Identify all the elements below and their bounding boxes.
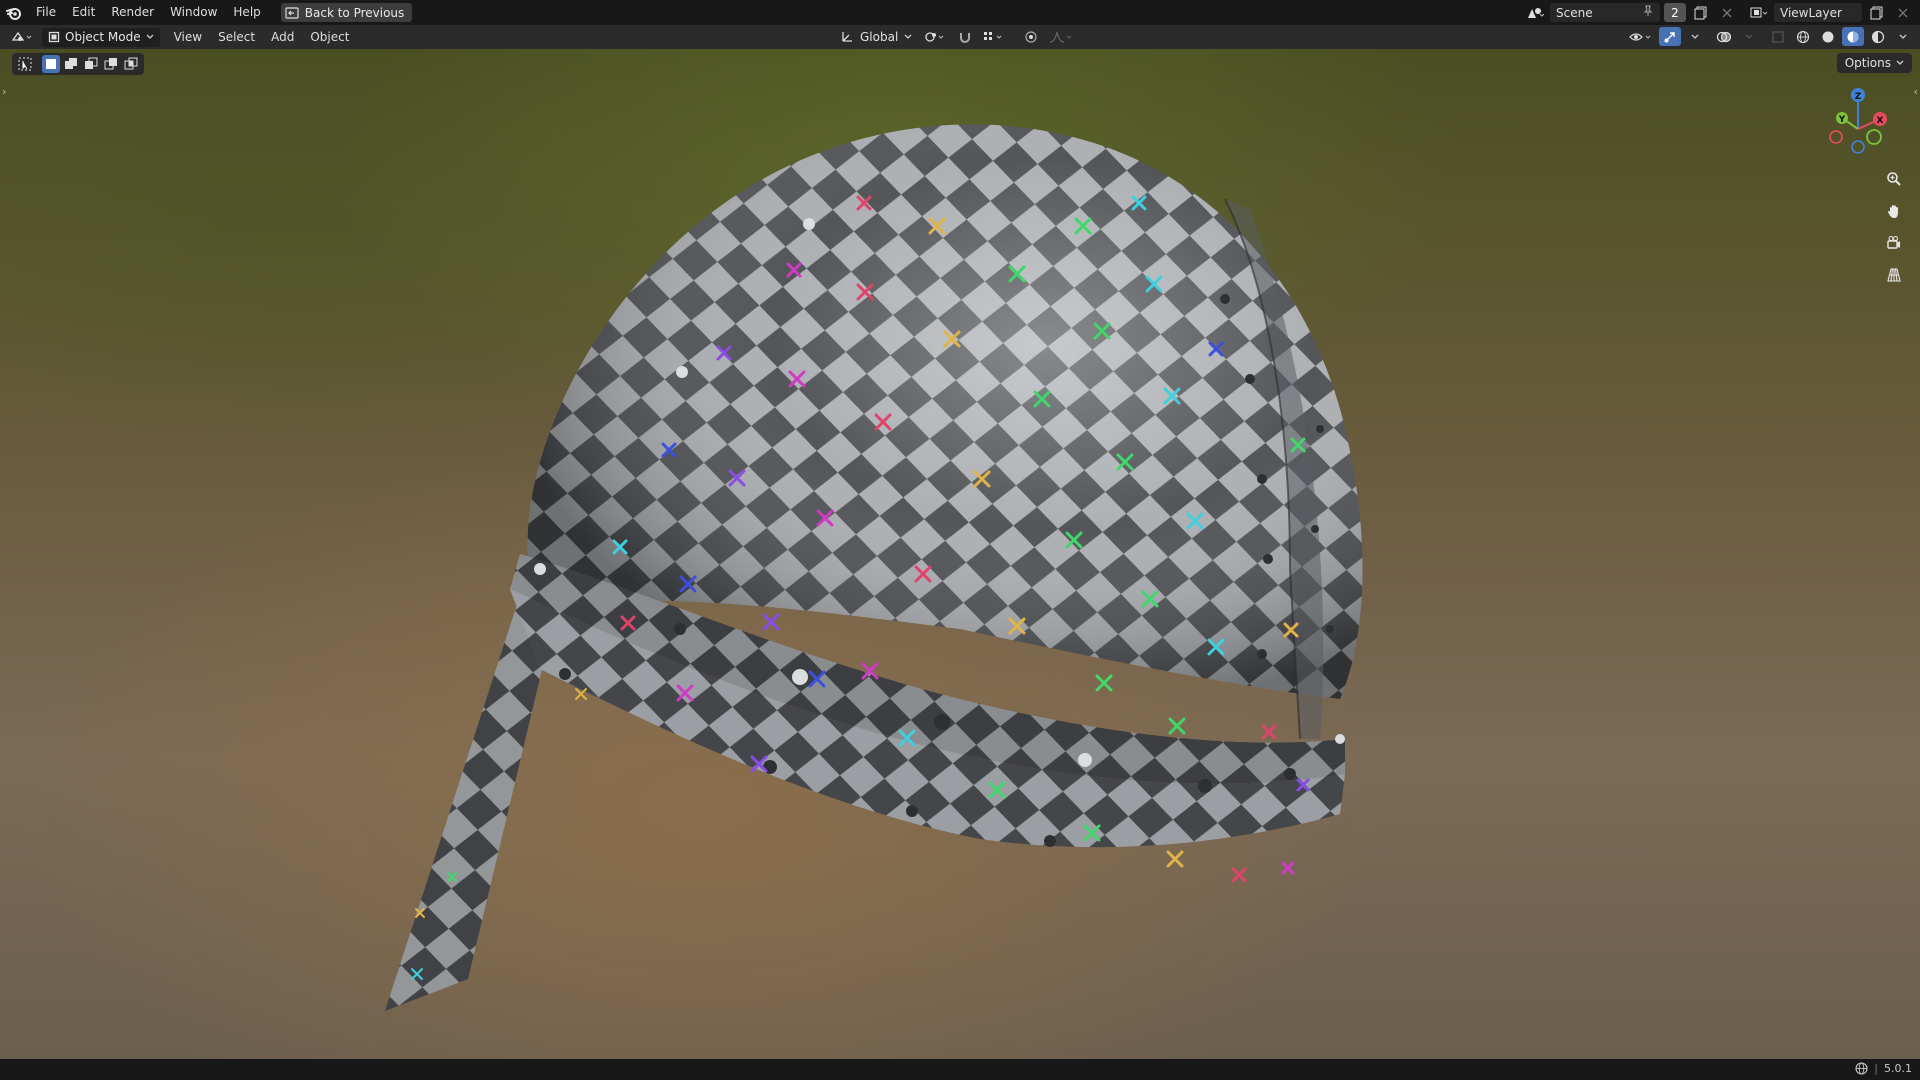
delete-view-layer-icon[interactable]	[1892, 3, 1914, 22]
scene-name-label: Scene	[1556, 5, 1593, 20]
select-subtract-icon[interactable]	[82, 55, 100, 73]
blender-logo-icon[interactable]	[0, 0, 28, 25]
xray-toggle-icon[interactable]	[1767, 27, 1789, 46]
chevron-down-icon	[146, 34, 154, 39]
version-label: 5.0.1	[1884, 1062, 1912, 1075]
menu-edit[interactable]: Edit	[64, 0, 103, 25]
pin-icon[interactable]	[1642, 5, 1654, 20]
status-bar: | 5.0.1	[0, 1059, 1920, 1080]
new-scene-icon[interactable]	[1690, 3, 1712, 22]
sidebar-expand-arrow-icon[interactable]: ‹	[1914, 85, 1918, 98]
editor-type-icon[interactable]	[8, 28, 38, 47]
chevron-down-icon	[1896, 60, 1904, 65]
3d-viewport[interactable]: › ‹ Options Z X Y	[0, 49, 1920, 1059]
gizmo-neg-y[interactable]	[1866, 129, 1882, 145]
select-tool-icon[interactable]	[16, 55, 34, 73]
wireframe-shading-icon[interactable]	[1792, 27, 1814, 46]
pivot-point-icon[interactable]	[920, 27, 950, 46]
back-to-previous-label: Back to Previous	[304, 5, 405, 20]
version-separator: |	[1874, 1062, 1878, 1075]
visibility-selectability-icon[interactable]	[1626, 27, 1656, 46]
mode-label: Object Mode	[65, 30, 141, 44]
select-extend-icon[interactable]	[62, 55, 80, 73]
snap-target-icon[interactable]	[980, 27, 1008, 46]
transform-orientation-label: Global	[860, 29, 899, 44]
select-intersect-icon[interactable]	[122, 55, 140, 73]
select-mode-toolbar	[12, 53, 144, 75]
helmet-model[interactable]	[0, 49, 1920, 1059]
orientation-axes-icon	[842, 31, 852, 42]
menu-select[interactable]: Select	[210, 25, 263, 49]
delete-scene-icon[interactable]	[1716, 3, 1738, 22]
gizmo-neg-x[interactable]	[1829, 130, 1843, 144]
back-to-previous-button[interactable]: Back to Previous	[280, 3, 413, 22]
solid-shading-icon[interactable]	[1817, 27, 1839, 46]
overlays-toggle-icon[interactable]	[1713, 27, 1735, 46]
show-gizmo-toggle-icon[interactable]	[1659, 27, 1681, 46]
navigation-tools	[1881, 166, 1911, 288]
gizmo-y-label: Y	[1838, 115, 1846, 125]
zoom-icon[interactable]	[1881, 166, 1907, 192]
view-layer-selector-icon[interactable]	[1748, 3, 1770, 22]
globe-icon	[1855, 1062, 1868, 1075]
object-mode-icon	[48, 31, 60, 43]
version-area: | 5.0.1	[1855, 1062, 1912, 1075]
options-dropdown[interactable]: Options	[1836, 53, 1912, 73]
scene-selector-icon[interactable]	[1524, 3, 1546, 22]
mode-selector[interactable]: Object Mode	[42, 27, 160, 47]
menu-window[interactable]: Window	[162, 0, 225, 25]
menu-view[interactable]: View	[166, 25, 210, 49]
rendered-shading-icon[interactable]	[1867, 27, 1889, 46]
gizmo-neg-z[interactable]	[1851, 140, 1865, 154]
gizmo-dropdown-icon[interactable]	[1684, 27, 1706, 46]
screen-back-icon	[285, 6, 299, 19]
scene-user-count[interactable]: 2	[1664, 3, 1686, 22]
top-menu-bar: File Edit Render Window Help Back to Pre…	[0, 0, 1920, 25]
perspective-grid-icon[interactable]	[1881, 262, 1907, 288]
select-invert-icon[interactable]	[102, 55, 120, 73]
gizmo-x-label: X	[1877, 116, 1884, 126]
overlays-dropdown-icon[interactable]	[1738, 27, 1760, 46]
shading-dropdown-icon[interactable]	[1892, 27, 1914, 46]
camera-view-icon[interactable]	[1881, 230, 1907, 256]
menu-file[interactable]: File	[28, 0, 64, 25]
view-layer-field[interactable]: ViewLayer	[1774, 3, 1862, 22]
transform-orientation-dropdown[interactable]: Global	[836, 27, 916, 46]
toolbar-expand-arrow-icon[interactable]: ›	[2, 85, 6, 98]
scene-name-field[interactable]: Scene	[1550, 3, 1660, 22]
material-preview-shading-icon[interactable]	[1842, 27, 1864, 46]
pan-hand-icon[interactable]	[1881, 198, 1907, 224]
menu-object[interactable]: Object	[302, 25, 357, 49]
select-new-icon[interactable]	[42, 55, 60, 73]
viewport-header: Object Mode View Select Add Object Globa…	[0, 25, 1920, 49]
view-layer-label: ViewLayer	[1780, 5, 1842, 20]
new-view-layer-icon[interactable]	[1866, 3, 1888, 22]
gizmo-z-label: Z	[1855, 92, 1862, 102]
chevron-down-icon	[904, 34, 912, 39]
falloff-curve-icon[interactable]	[1046, 27, 1076, 46]
snap-toggle-icon[interactable]	[954, 27, 976, 46]
options-label: Options	[1844, 56, 1891, 70]
navigation-gizmo[interactable]: Z X Y	[1808, 79, 1908, 179]
menu-help[interactable]: Help	[225, 0, 268, 25]
menu-add[interactable]: Add	[263, 25, 302, 49]
proportional-editing-icon[interactable]	[1020, 27, 1042, 46]
menu-render[interactable]: Render	[103, 0, 162, 25]
